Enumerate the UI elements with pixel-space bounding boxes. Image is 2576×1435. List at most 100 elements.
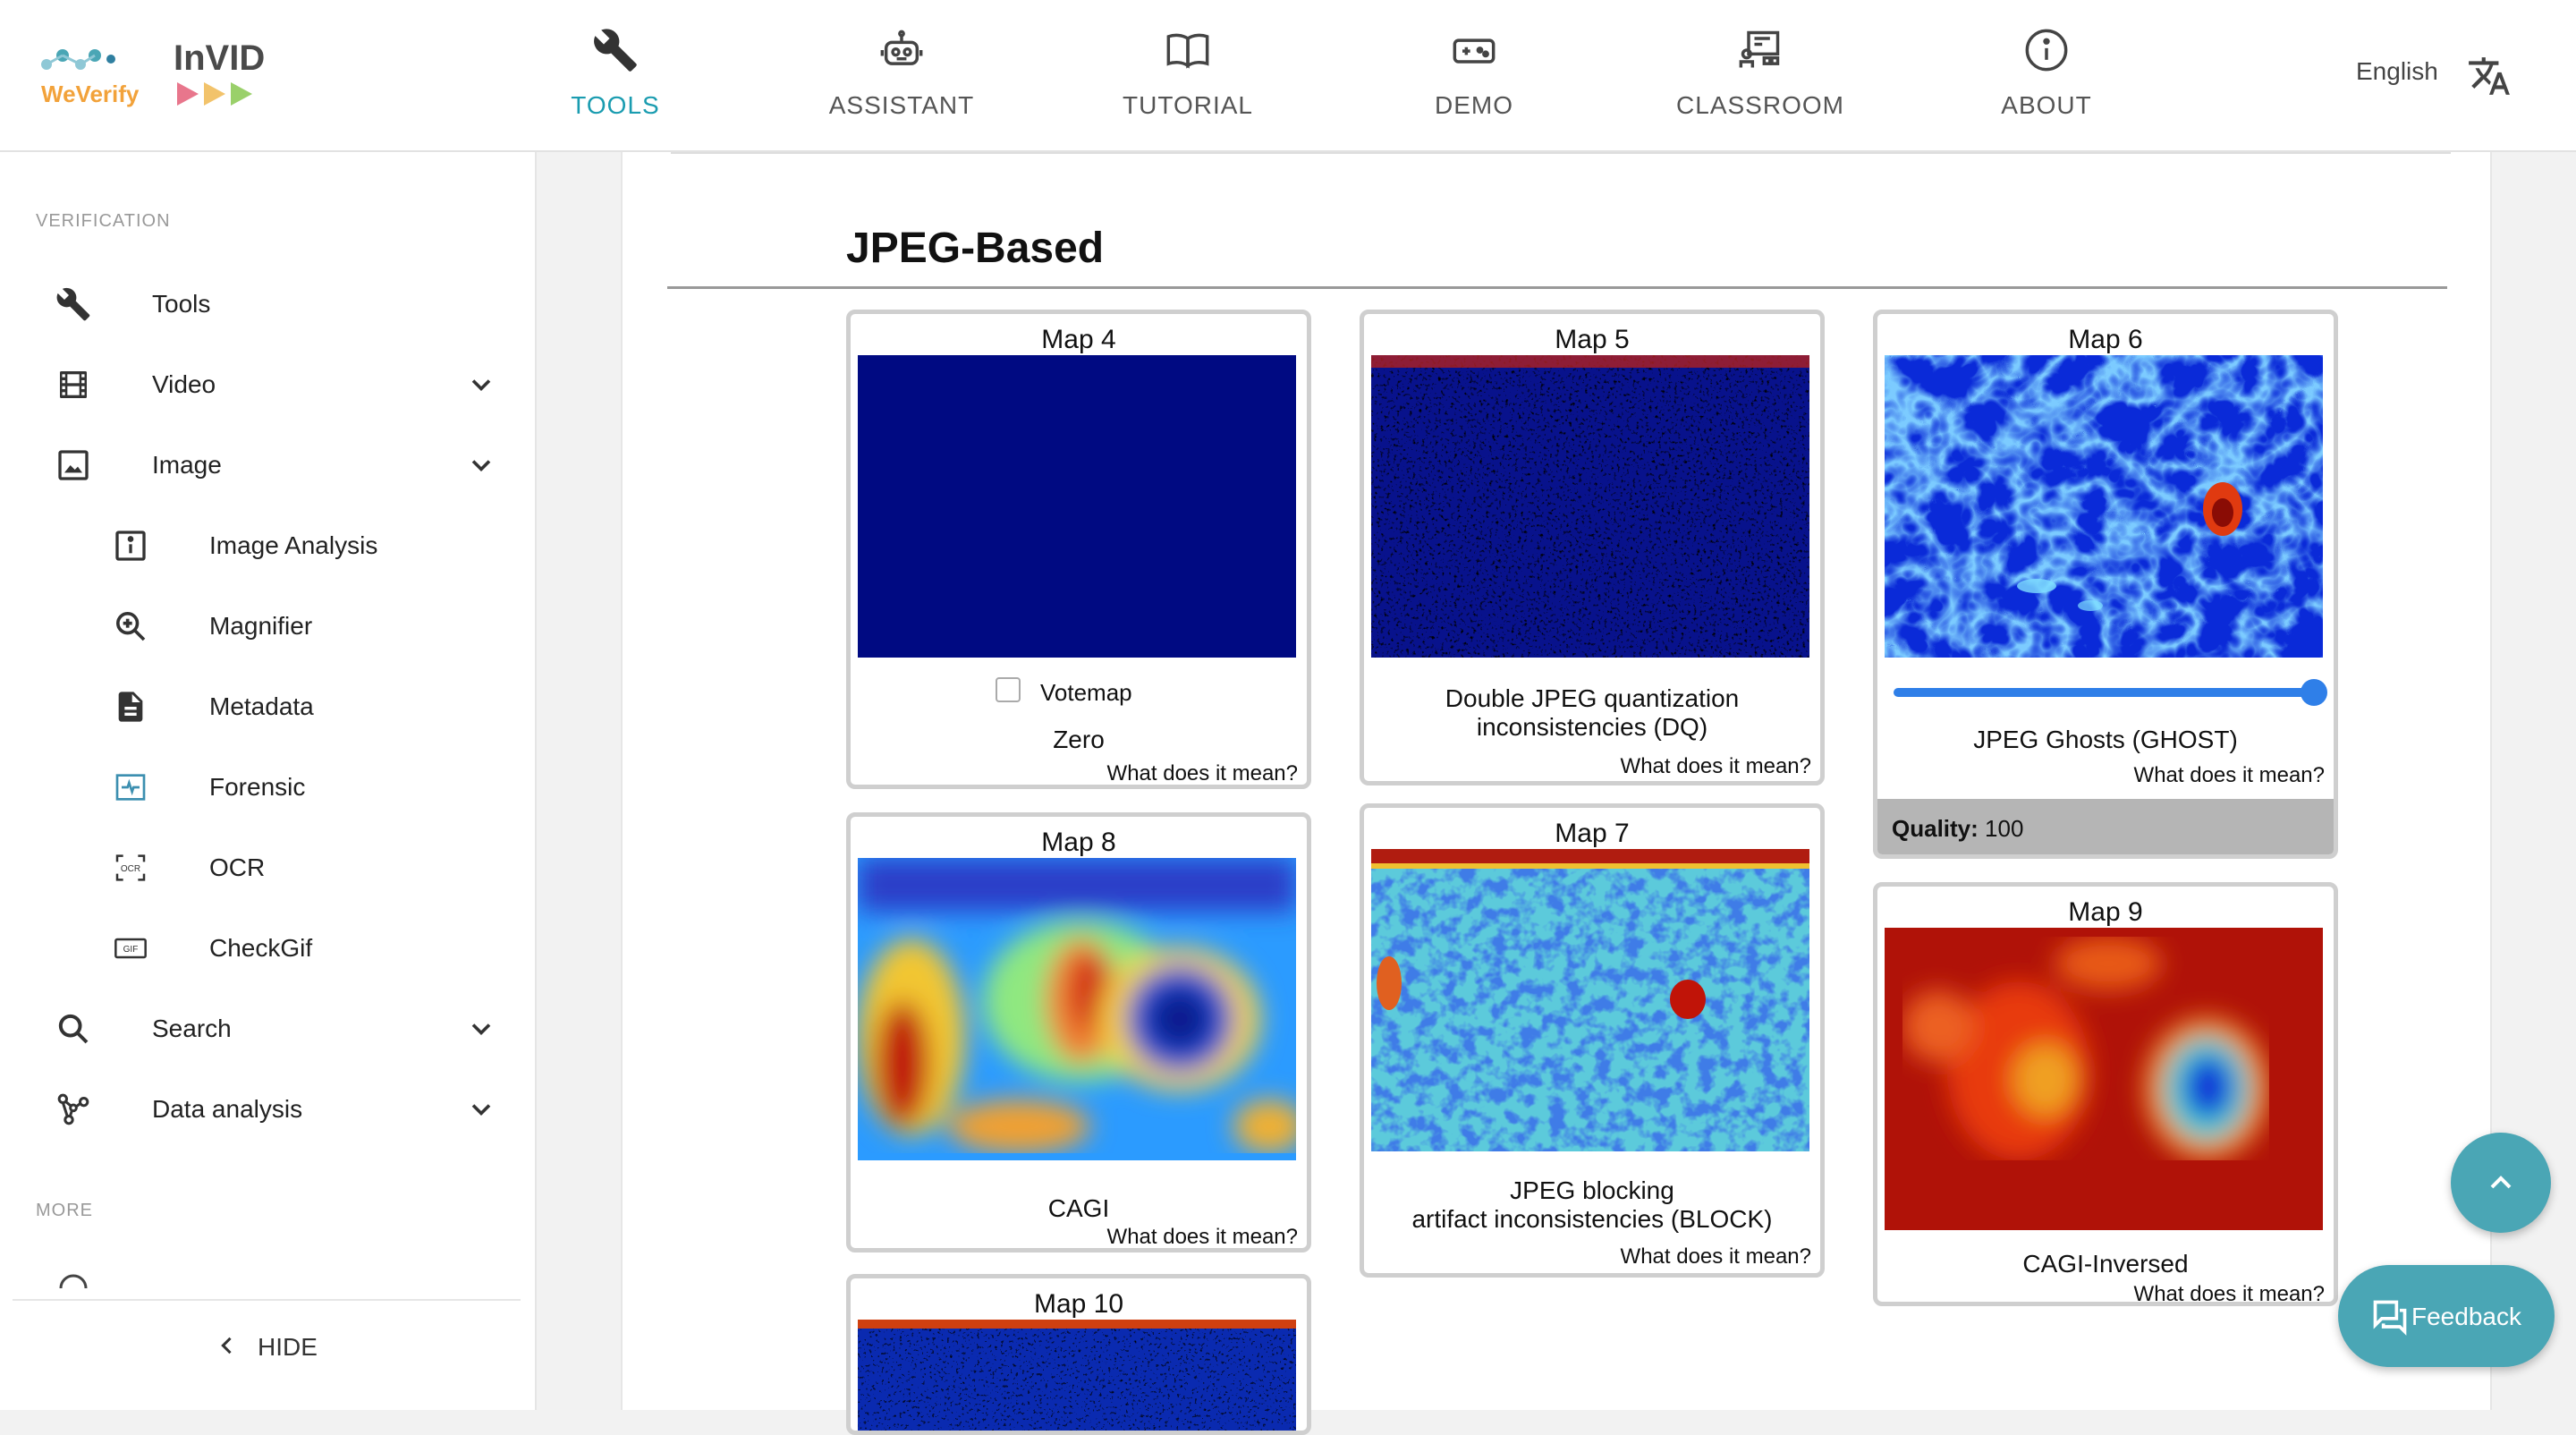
map-7-image[interactable] <box>1371 849 1809 1151</box>
sidebar-item-checkgif[interactable]: GIF CheckGif <box>0 913 537 984</box>
forensic-icon <box>115 774 146 801</box>
sidebar-item-forensic[interactable]: Forensic <box>0 751 537 823</box>
chevron-down-icon[interactable] <box>465 1093 497 1125</box>
robot-icon <box>880 30 923 65</box>
nav-tools-label: TOOLS <box>571 91 660 119</box>
sidebar-item-image[interactable]: Image <box>0 429 537 501</box>
map-name-line-1: JPEG blocking <box>1510 1176 1674 1204</box>
sidebar-item-ocr[interactable]: OCR OCR <box>0 832 537 904</box>
chevron-up-icon <box>2490 1176 2512 1189</box>
wrench-icon <box>594 29 637 72</box>
quality-value: 100 <box>1985 815 2024 842</box>
sidebar-divider <box>13 1299 521 1301</box>
map-title: Map 10 <box>1033 1289 1124 1319</box>
chevron-down-icon[interactable] <box>465 1013 497 1045</box>
section-title: JPEG-Based <box>846 225 1105 272</box>
map-10-card: Map 10 <box>846 1274 1311 1435</box>
what-does-it-mean-link[interactable]: What does it mean? <box>1107 1225 1298 1248</box>
chevron-down-icon[interactable] <box>465 449 497 481</box>
map-name: CAGI-Inversed <box>2022 1250 2189 1278</box>
nav-assistant[interactable]: ASSISTANT <box>803 27 1000 134</box>
map-name: CAGI <box>1047 1194 1110 1222</box>
section-divider <box>667 286 2447 289</box>
quality-readout: Quality: 100 <box>1892 815 2023 843</box>
nav-demo-label: DEMO <box>1435 91 1513 119</box>
map-8-image[interactable] <box>858 858 1296 1160</box>
nav-classroom[interactable]: CLASSROOM <box>1662 27 1859 134</box>
chevron-down-icon[interactable] <box>465 369 497 401</box>
map-5-image[interactable] <box>1371 355 1809 658</box>
scroll-to-top-button[interactable] <box>2451 1133 2551 1233</box>
sidebar-item-label: Image Analysis <box>209 531 378 559</box>
partial-icon <box>59 1274 88 1289</box>
what-does-it-mean-link[interactable]: What does it mean? <box>1621 754 1811 779</box>
info-icon <box>2025 29 2068 72</box>
what-does-it-mean-link[interactable]: What does it mean? <box>2134 1282 2325 1302</box>
film-icon <box>60 371 87 398</box>
map-title: Map 6 <box>2068 325 2143 354</box>
nav-tools[interactable]: TOOLS <box>517 27 714 134</box>
graph-icon <box>57 1093 89 1125</box>
map-title: Map 8 <box>1041 828 1116 857</box>
feedback-button[interactable]: Feedback <box>2338 1265 2555 1367</box>
sidebar-item-image-analysis[interactable]: Image Analysis <box>0 510 537 582</box>
quality-label: Quality: <box>1892 815 1979 842</box>
map-title: Map 7 <box>1555 819 1630 848</box>
sidebar-item-label: Video <box>152 370 216 398</box>
sidebar-item-metadata[interactable]: Metadata <box>0 671 537 743</box>
ocr-icon: OCR <box>115 854 146 881</box>
map-name-line-2: artifact inconsistencies (BLOCK) <box>1411 1205 1773 1233</box>
sidebar-item-magnifier[interactable]: Magnifier <box>0 590 537 662</box>
what-does-it-mean-link[interactable]: What does it mean? <box>1107 761 1298 785</box>
gamepad-icon <box>1453 38 1496 64</box>
quality-readout-bar: Quality: 100 <box>1877 799 2334 854</box>
nav-demo[interactable]: DEMO <box>1376 27 1572 134</box>
map-title: Map 5 <box>1555 325 1630 354</box>
what-does-it-mean-link[interactable]: What does it mean? <box>1621 1244 1811 1269</box>
sidebar-item-data-analysis[interactable]: Data analysis <box>0 1074 537 1145</box>
nav-tutorial[interactable]: TUTORIAL <box>1089 27 1286 134</box>
sidebar-item-search[interactable]: Search <box>0 993 537 1065</box>
logo-text-invid: InVID <box>174 39 265 78</box>
sidebar-item-label: CheckGif <box>209 934 313 962</box>
document-icon <box>118 692 143 722</box>
map-4-image[interactable] <box>858 355 1296 658</box>
quality-slider-thumb[interactable] <box>2301 679 2327 706</box>
map-name: Zero <box>1053 726 1105 753</box>
svg-text:GIF: GIF <box>123 945 139 955</box>
votemap-checkbox[interactable] <box>996 677 1021 702</box>
nav-classroom-label: CLASSROOM <box>1676 91 1844 119</box>
hide-sidebar-label: HIDE <box>258 1333 318 1361</box>
language-selector[interactable]: English <box>2356 57 2438 86</box>
map-name: JPEG Ghosts (GHOST) <box>1973 726 2238 753</box>
sidebar-item-label: Metadata <box>209 692 314 720</box>
weverify-invid-logo[interactable]: WeVerify InVID <box>36 39 286 111</box>
search-icon <box>58 1014 89 1044</box>
what-does-it-mean-link[interactable]: What does it mean? <box>2134 763 2325 788</box>
sidebar-item-label: Data analysis <box>152 1095 303 1123</box>
logo-text-weverify: WeVerify <box>41 81 140 107</box>
book-icon <box>1166 33 1209 69</box>
sidebar-section-verification: VERIFICATION <box>36 211 171 231</box>
nav-about-label: ABOUT <box>2001 91 2092 119</box>
quality-slider-track[interactable] <box>1894 688 2314 697</box>
map-9-image[interactable] <box>1885 928 2323 1230</box>
nav-about[interactable]: ABOUT <box>1948 27 2145 134</box>
sidebar-item-tools[interactable]: Tools <box>0 268 537 340</box>
sidebar-item-label: Forensic <box>209 773 306 801</box>
chat-icon <box>2373 1300 2407 1336</box>
sidebar-item-label: Image <box>152 451 222 479</box>
sidebar-item-video[interactable]: Video <box>0 349 537 420</box>
sidebar-item-label: Search <box>152 1015 232 1042</box>
map-10-image[interactable] <box>858 1320 1296 1435</box>
main-content: JPEG-Based Map 4 Votemap Zero What does … <box>621 152 2492 1435</box>
translate-icon[interactable] <box>2467 54 2512 98</box>
chevron-left-icon <box>221 1337 232 1354</box>
wrench-icon <box>56 287 90 321</box>
map-6-image[interactable] <box>1885 355 2323 658</box>
map-8-card: Map 8 CAGI What does it mean? <box>846 812 1311 1252</box>
classroom-icon <box>1739 30 1780 68</box>
map-9-card: Map 9 CAGI-Inversed What does it mean? <box>1873 882 2338 1306</box>
info-square-icon <box>115 531 146 561</box>
map-4-card: Map 4 Votemap Zero What does it mean? <box>846 310 1311 789</box>
